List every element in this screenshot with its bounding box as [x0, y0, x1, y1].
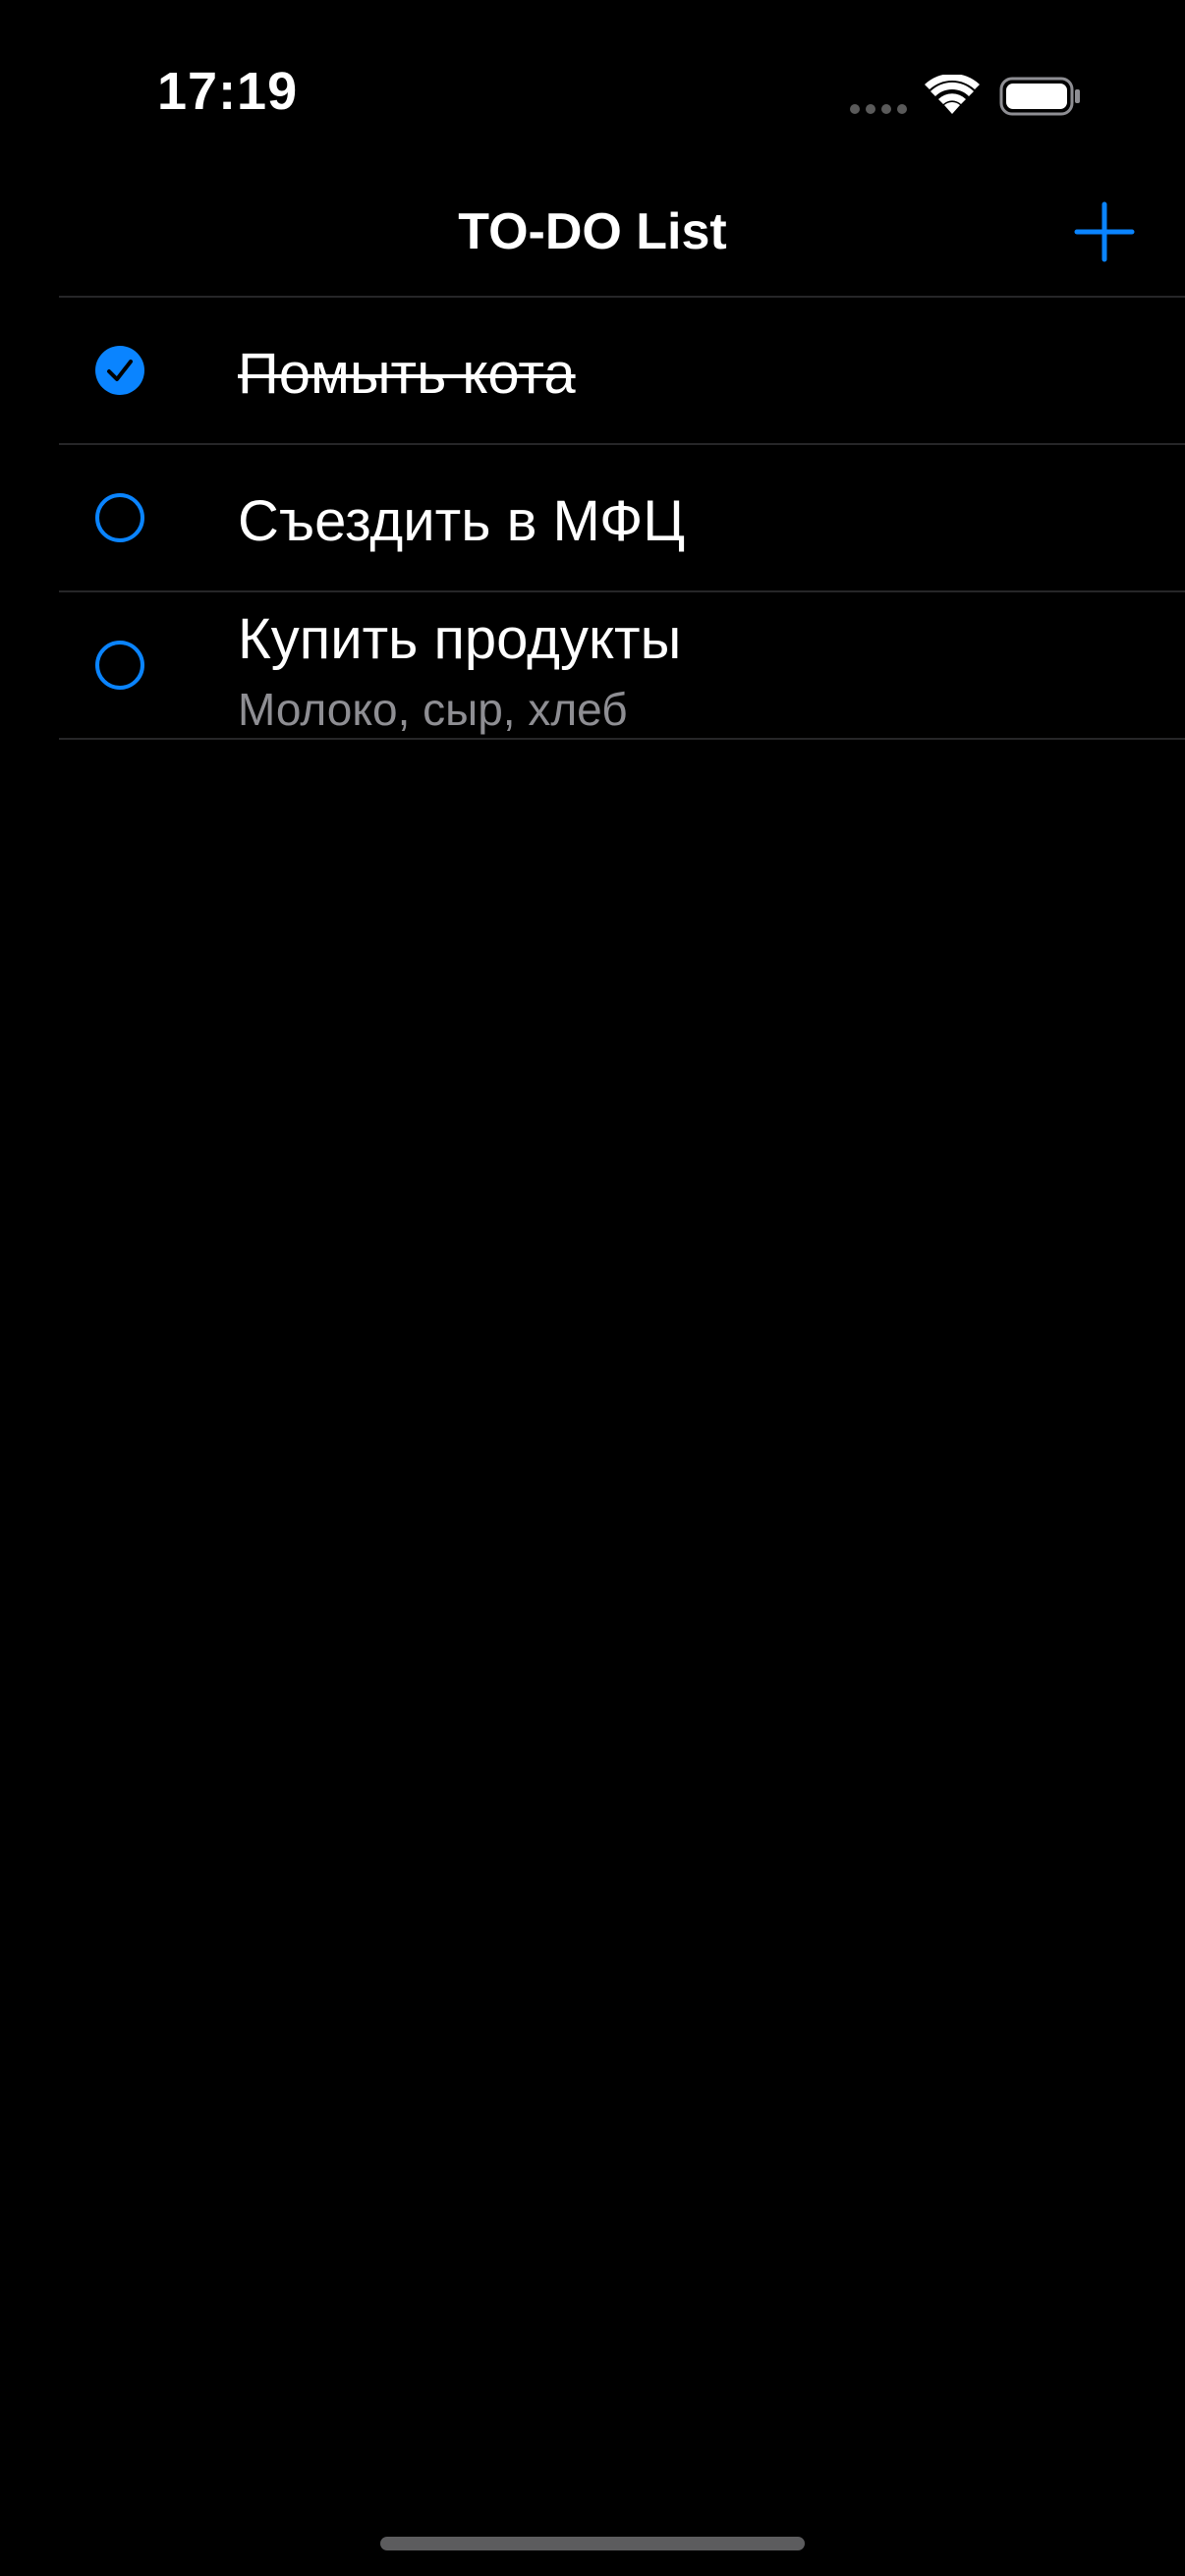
todo-list: Помыть кота Съездить в МФЦ Купить продук…: [59, 296, 1185, 740]
status-bar: 17:19: [0, 0, 1185, 187]
battery-icon: [999, 77, 1080, 116]
todo-title: Помыть кота: [238, 342, 576, 406]
todo-item[interactable]: Купить продукты Молоко, сыр, хлеб: [59, 592, 1185, 738]
add-todo-button[interactable]: [1073, 200, 1136, 263]
todo-item[interactable]: Помыть кота: [59, 298, 1185, 443]
todo-title: Съездить в МФЦ: [238, 489, 686, 553]
page-title: TO-DO List: [458, 203, 727, 260]
home-indicator[interactable]: [380, 2537, 805, 2550]
cellular-dots-icon: [850, 104, 907, 114]
empty-circle-icon[interactable]: [94, 640, 145, 691]
navigation-bar: TO-DO List: [0, 187, 1185, 297]
wifi-icon: [925, 75, 980, 114]
todo-title: Купить продукты: [238, 607, 682, 671]
empty-circle-icon[interactable]: [94, 492, 145, 543]
separator: [59, 738, 1185, 740]
todo-subtitle: Молоко, сыр, хлеб: [238, 684, 628, 735]
todo-item[interactable]: Съездить в МФЦ: [59, 445, 1185, 590]
status-time: 17:19: [157, 62, 299, 121]
plus-icon: [1074, 201, 1135, 262]
checked-circle-icon[interactable]: [94, 345, 145, 396]
